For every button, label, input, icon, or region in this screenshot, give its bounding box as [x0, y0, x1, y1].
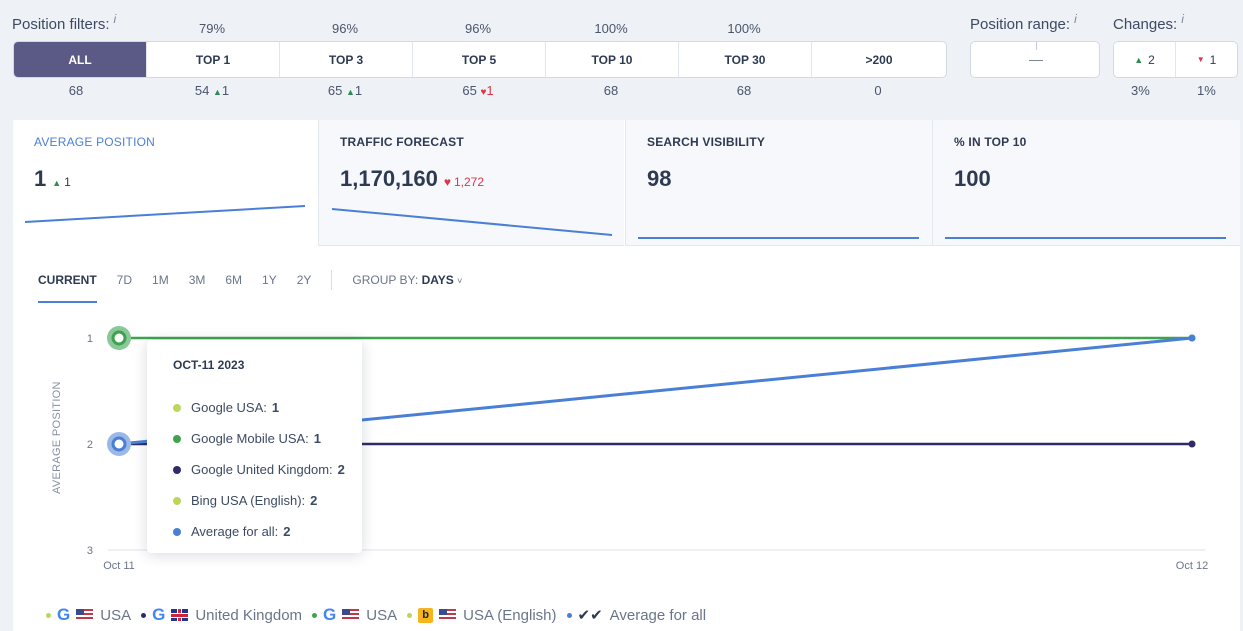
- legend-item[interactable]: G USA: [46, 605, 131, 625]
- filter-count: 65 ▲1: [327, 83, 363, 98]
- filter-all-button[interactable]: ALL: [14, 42, 147, 77]
- info-icon[interactable]: i: [1074, 12, 1077, 26]
- series-dot: [173, 465, 181, 474]
- x-tick-label: Oct 12: [1176, 560, 1208, 572]
- filter-top10-button[interactable]: TOP 10: [546, 42, 679, 77]
- sparkline: [945, 237, 1226, 239]
- tooltip-title: OCT-11 2023: [173, 358, 245, 372]
- info-icon[interactable]: i: [1181, 12, 1184, 26]
- uk-flag-icon: [171, 609, 189, 621]
- y-tick-label: 3: [87, 545, 93, 557]
- position-filters-label: Position filters: i: [12, 12, 117, 33]
- tab-3m[interactable]: 3M: [189, 273, 206, 287]
- average-icon: ✔✔: [577, 607, 603, 624]
- us-flag-icon: [342, 609, 360, 621]
- sparkline: [24, 205, 306, 223]
- google-icon: G: [152, 605, 166, 624]
- y-tick-label: 1: [87, 333, 93, 345]
- filter-pct: 96%: [331, 21, 359, 36]
- x-tick-label: Oct 11: [103, 560, 135, 572]
- info-icon[interactable]: i: [114, 12, 117, 26]
- tooltip-row: Bing USA (English): 2: [173, 485, 362, 516]
- legend-dot: [312, 612, 318, 618]
- position-range-label: Position range: i: [970, 12, 1077, 33]
- up-arrow-icon: ▲: [212, 87, 222, 97]
- filter-count: 0: [874, 83, 882, 98]
- changes-up-button[interactable]: ▲ 2: [1114, 42, 1176, 77]
- series-dot: [173, 403, 181, 412]
- range-dash: [1029, 60, 1043, 61]
- chart-legend: G USA G United Kingdom G USA b USA (Engl…: [46, 605, 716, 625]
- chevron-down-icon: ˅: [457, 276, 463, 286]
- series-dot: [173, 527, 181, 536]
- chart-tooltip: OCT-11 2023 Google USA: 1 Google Mobile U…: [147, 340, 362, 553]
- legend-item[interactable]: G United Kingdom: [141, 605, 302, 625]
- sparkline: [331, 208, 613, 236]
- filter-top3-button[interactable]: TOP 3: [280, 42, 413, 77]
- series-dot: [173, 496, 181, 505]
- data-point: [111, 436, 127, 452]
- filter-pct: 100%: [727, 21, 761, 36]
- legend-dot: [407, 612, 413, 618]
- legend-item[interactable]: b USA (English): [407, 607, 557, 624]
- tab-6m[interactable]: 6M: [225, 273, 242, 287]
- changes-filter: ▲ 2 ▼ 1: [1113, 41, 1238, 78]
- tab-1m[interactable]: 1M: [152, 273, 169, 287]
- period-tabs: CURRENT 7D 1M 3M 6M 1Y 2Y GROUP BY: DAYS…: [38, 270, 462, 303]
- tooltip-row: Google United Kingdom: 2: [173, 454, 362, 485]
- position-filter-bar: ALL TOP 1 TOP 3 TOP 5 TOP 10 TOP 30 >200: [13, 41, 947, 78]
- metric-search-visibility[interactable]: SEARCH VISIBILITY 98: [626, 120, 932, 246]
- filter-count: 65 ♥1: [462, 83, 494, 98]
- us-flag-icon: [76, 609, 94, 621]
- metric-in-top-10[interactable]: % IN TOP 10 100: [933, 120, 1240, 246]
- tooltip-row: Google USA: 1: [173, 392, 362, 423]
- metric-average-position[interactable]: AVERAGE POSITION 1 ▲ 1: [13, 120, 318, 246]
- changes-label: Changes: i: [1113, 12, 1184, 33]
- legend-dot: [141, 612, 147, 618]
- us-flag-icon: [439, 609, 457, 621]
- tooltip-row: Google Mobile USA: 1: [173, 423, 362, 454]
- tab-2y[interactable]: 2Y: [297, 273, 312, 287]
- series-dot: [173, 434, 181, 443]
- filter-top1-button[interactable]: TOP 1: [147, 42, 280, 77]
- up-arrow-icon: ▲: [345, 87, 355, 97]
- filter-200-button[interactable]: >200: [812, 42, 946, 77]
- filter-count: 68: [736, 83, 752, 98]
- changes-down-button[interactable]: ▼ 1: [1176, 42, 1237, 77]
- data-point: [1188, 440, 1196, 448]
- filter-pct: 100%: [594, 21, 628, 36]
- data-point: [111, 330, 127, 346]
- filter-count: 54 ▲1: [194, 83, 230, 98]
- legend-item[interactable]: G USA: [312, 605, 397, 625]
- google-icon: G: [57, 605, 71, 624]
- data-point: [1188, 334, 1196, 342]
- filter-pct: 96%: [464, 21, 492, 36]
- down-arrow-icon: ▼: [1196, 55, 1205, 64]
- google-mobile-icon: G: [323, 605, 337, 624]
- filter-top30-button[interactable]: TOP 30: [679, 42, 812, 77]
- changes-down-pct: 1%: [1197, 83, 1216, 98]
- changes-up-pct: 3%: [1131, 83, 1150, 98]
- legend-dot: [46, 612, 51, 618]
- filter-top5-button[interactable]: TOP 5: [413, 42, 546, 77]
- filter-count: 68: [603, 83, 619, 98]
- legend-dot: [566, 612, 572, 618]
- filter-count: 68: [68, 83, 84, 98]
- bing-icon: b: [418, 607, 434, 623]
- metric-traffic-forecast[interactable]: TRAFFIC FORECAST 1,170,160 ♥ 1,272: [319, 120, 624, 246]
- tab-current[interactable]: CURRENT: [38, 273, 97, 303]
- group-by-dropdown[interactable]: GROUP BY: DAYS ˅: [352, 273, 462, 287]
- range-tick: [1036, 42, 1037, 50]
- legend-item[interactable]: ✔✔ Average for all: [566, 606, 706, 624]
- position-range-slider[interactable]: [970, 41, 1100, 78]
- tabs-divider: [331, 270, 333, 290]
- sparkline: [638, 237, 919, 239]
- y-tick-label: 2: [87, 439, 93, 451]
- filter-pct: 79%: [198, 21, 226, 36]
- tab-7d[interactable]: 7D: [117, 273, 132, 287]
- tab-1y[interactable]: 1Y: [262, 273, 277, 287]
- tooltip-row: Average for all: 2: [173, 516, 362, 547]
- up-arrow-icon: ▲: [1134, 54, 1144, 65]
